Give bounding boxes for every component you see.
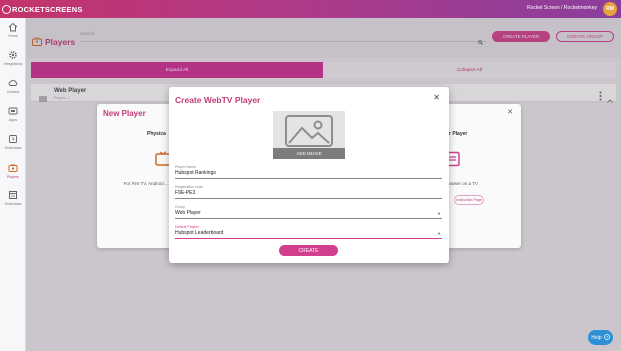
player-name-field[interactable]: Player Name Hubspot Rankings	[175, 165, 442, 179]
sidebar-item-home[interactable]: Home	[0, 22, 26, 38]
new-player-title: New Player	[103, 109, 146, 118]
group-select[interactable]: Group Web Player ▼	[175, 205, 442, 219]
modal-title: Create WebTV Player	[175, 95, 261, 105]
sidebar-item-integrations[interactable]: Integrations	[0, 50, 26, 66]
schedule-icon	[8, 134, 19, 144]
create-button[interactable]: CREATE	[279, 245, 338, 256]
cloud-icon	[8, 78, 19, 88]
sidebar-item-schedules[interactable]: Schedules	[0, 134, 26, 150]
help-icon: ?	[603, 333, 610, 342]
account-name[interactable]: Rocket Screen / Rocketmonkey	[527, 5, 597, 11]
top-bar: ROCKETSCREENS Rocket Screen / Rocketmonk…	[0, 0, 621, 18]
gear-icon	[8, 50, 19, 60]
registration-code-field[interactable]: Registration code F9E-PE3	[175, 185, 442, 199]
brand-name: ROCKETSCREENS	[12, 4, 83, 14]
sidebar-item-content[interactable]: Content	[0, 78, 26, 94]
image-placeholder-icon	[285, 115, 333, 152]
chevron-down-icon: ▼	[437, 231, 441, 236]
web-player-description: owser on a TV	[449, 181, 478, 186]
sidebar-item-calendar[interactable]: Schedules	[0, 190, 26, 206]
sidebar-item-apps[interactable]: Apps	[0, 106, 26, 122]
tv-icon	[8, 163, 19, 173]
instruction-page-button[interactable]: Instruction Page	[454, 195, 484, 205]
physical-player-heading: Physica	[147, 131, 166, 137]
add-image-button[interactable]: ADD IMAGE	[273, 148, 345, 159]
brand-logo[interactable]: ROCKETSCREENS	[0, 4, 83, 14]
image-upload[interactable]: ADD IMAGE	[273, 111, 345, 159]
apps-icon	[8, 106, 19, 116]
chevron-down-icon: ▼	[437, 211, 441, 216]
home-icon	[8, 22, 19, 32]
rocket-logo-icon	[2, 4, 11, 14]
create-webtv-player-modal: Create WebTV Player ✕ ADD IMAGE Player N…	[169, 87, 449, 263]
sidebar-item-players[interactable]: Players	[0, 163, 26, 179]
calendar-icon	[8, 190, 19, 200]
close-icon[interactable]: ✕	[433, 93, 440, 102]
help-label: Help	[591, 334, 602, 341]
web-player-heading: r Player	[449, 131, 468, 137]
sidebar: Home Integrations Content Apps Schedules…	[0, 18, 26, 351]
close-icon[interactable]: ✕	[507, 108, 513, 116]
avatar[interactable]: RM	[603, 2, 617, 16]
help-button[interactable]: Help ?	[588, 330, 613, 345]
default-playlist-select[interactable]: Default Playlist Hubspot Leaderboard ▼	[175, 225, 442, 239]
